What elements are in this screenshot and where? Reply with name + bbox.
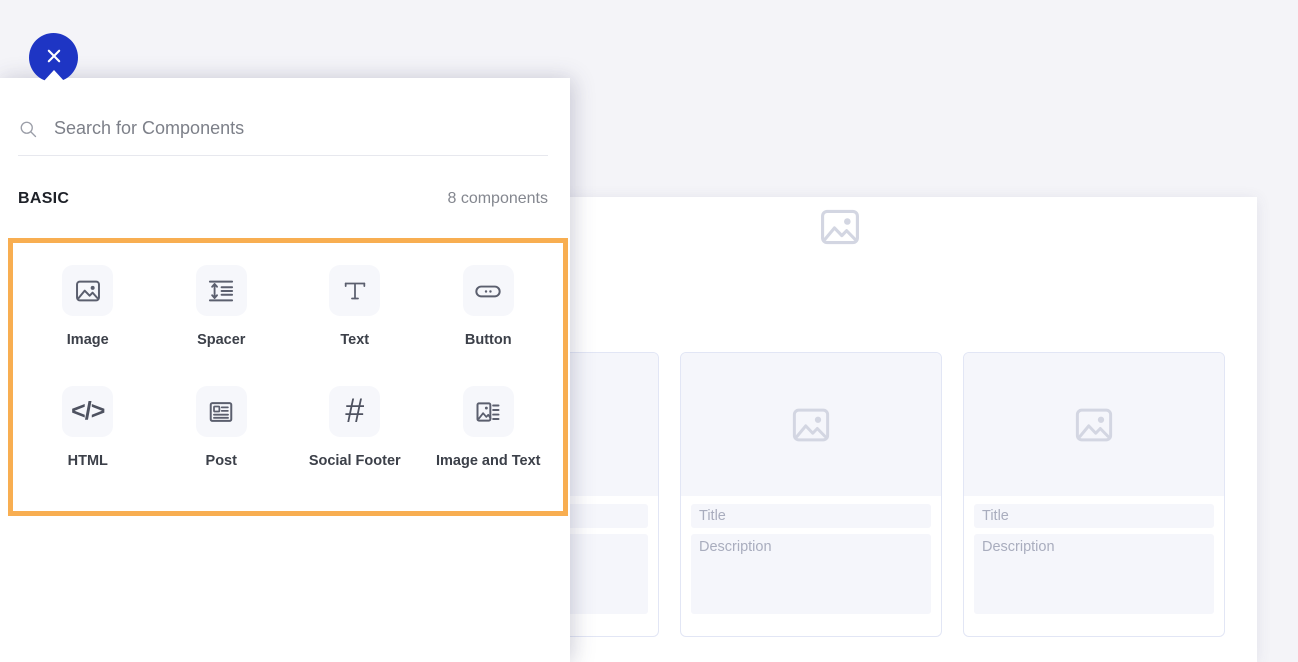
text-t-icon bbox=[329, 265, 381, 316]
component-item-spacer[interactable]: Spacer bbox=[155, 259, 289, 380]
card-title-slot[interactable]: Title bbox=[691, 504, 931, 528]
component-label: Image bbox=[66, 332, 109, 348]
component-label: Post bbox=[205, 453, 237, 469]
image-icon bbox=[62, 265, 114, 316]
spacer-icon bbox=[195, 265, 247, 316]
post-article-icon bbox=[195, 386, 247, 437]
image-placeholder-icon bbox=[817, 205, 863, 249]
component-label: HTML bbox=[67, 453, 108, 469]
image-placeholder-icon bbox=[1075, 408, 1113, 441]
image-placeholder-icon bbox=[792, 408, 830, 441]
close-button-notch bbox=[43, 70, 65, 82]
canvas-card[interactable]: Title Description bbox=[963, 352, 1225, 637]
search-bar[interactable] bbox=[18, 102, 548, 156]
component-item-social-footer[interactable]: # Social Footer bbox=[288, 380, 422, 501]
hash-icon: # bbox=[329, 386, 381, 437]
card-description-slot[interactable]: Description bbox=[691, 534, 931, 614]
code-brackets-icon: </> bbox=[62, 386, 114, 437]
button-pill-icon bbox=[462, 265, 514, 316]
component-label: Spacer bbox=[197, 332, 246, 348]
section-title: BASIC bbox=[18, 190, 70, 207]
component-item-text[interactable]: Text bbox=[288, 259, 422, 380]
hash-glyph: # bbox=[345, 391, 365, 430]
canvas-card[interactable]: Title Description bbox=[680, 352, 942, 637]
component-picker-panel: BASIC 8 components Image bbox=[0, 78, 570, 662]
component-label: Image and Text bbox=[436, 453, 541, 469]
component-grid: Image Spacer Text Button </> HTML Post #… bbox=[13, 243, 563, 511]
component-grid-highlight: Image Spacer Text Button </> HTML Post #… bbox=[8, 238, 568, 516]
component-item-image-and-text[interactable]: Image and Text bbox=[422, 380, 556, 501]
card-image-slot[interactable] bbox=[964, 353, 1224, 496]
component-label: Button bbox=[464, 332, 512, 348]
component-item-image[interactable]: Image bbox=[21, 259, 155, 380]
close-x-icon bbox=[42, 44, 66, 71]
search-icon bbox=[18, 119, 38, 139]
code-brackets-glyph: </> bbox=[71, 397, 105, 425]
component-label: Social Footer bbox=[308, 453, 401, 469]
image-and-text-icon bbox=[462, 386, 514, 437]
card-title-slot[interactable]: Title bbox=[974, 504, 1214, 528]
card-body: Title Description bbox=[964, 496, 1224, 624]
card-image-slot[interactable] bbox=[681, 353, 941, 496]
section-header: BASIC 8 components bbox=[18, 190, 548, 208]
component-item-html[interactable]: </> HTML bbox=[21, 380, 155, 501]
card-body: Title Description bbox=[681, 496, 941, 624]
section-component-count: 8 components bbox=[447, 190, 548, 207]
component-item-post[interactable]: Post bbox=[155, 380, 289, 501]
component-label: Text bbox=[340, 332, 370, 348]
search-input[interactable] bbox=[54, 118, 514, 139]
component-item-button[interactable]: Button bbox=[422, 259, 556, 380]
card-description-slot[interactable]: Description bbox=[974, 534, 1214, 614]
